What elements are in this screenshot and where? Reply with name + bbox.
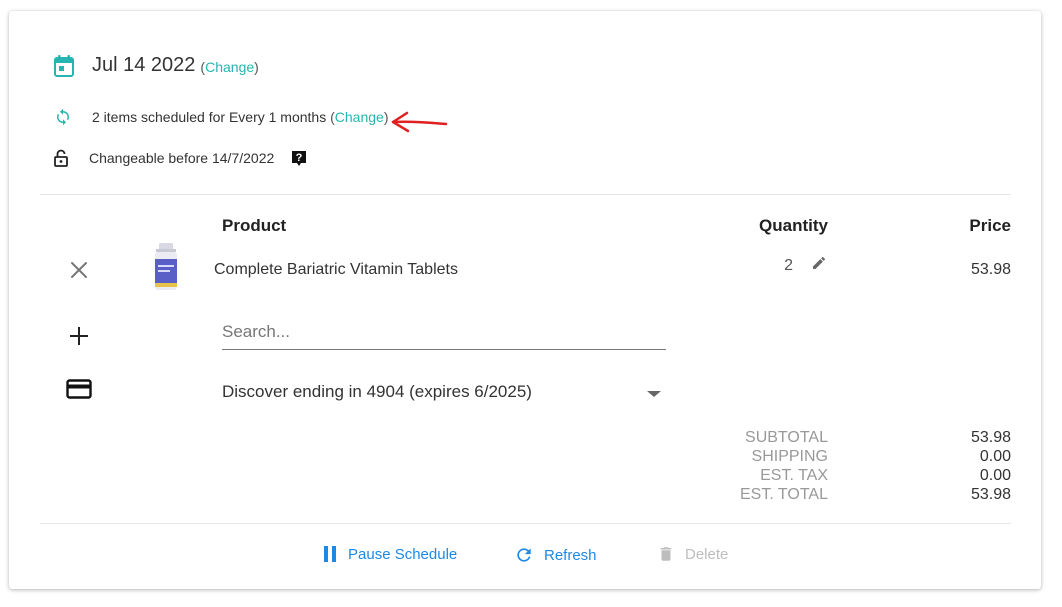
divider-bottom bbox=[40, 523, 1011, 524]
payment-dropdown-toggle[interactable] bbox=[646, 386, 662, 404]
payment-method-select[interactable]: Discover ending in 4904 (expires 6/2025) bbox=[222, 382, 532, 402]
totals-values: 53.98 0.00 0.00 53.98 bbox=[889, 428, 1011, 504]
changeable-before-text: Changeable before 14/7/2022 bbox=[89, 150, 275, 166]
est-total-label: EST. TOTAL bbox=[739, 486, 828, 503]
change-date-link[interactable]: Change bbox=[205, 59, 254, 75]
remove-item-button[interactable] bbox=[69, 260, 89, 285]
refresh-button[interactable]: Refresh bbox=[514, 545, 597, 565]
shipping-label: SHIPPING bbox=[751, 448, 828, 465]
credit-card-icon bbox=[66, 378, 92, 405]
edit-quantity-button[interactable] bbox=[811, 255, 827, 276]
delete-label: Delete bbox=[685, 545, 729, 563]
paren-close: ) bbox=[254, 59, 259, 75]
annotation-arrow-icon bbox=[389, 110, 449, 141]
paren-close: ) bbox=[383, 109, 389, 125]
subtotal-label: SUBTOTAL bbox=[745, 429, 828, 446]
pause-icon bbox=[324, 546, 336, 562]
est-total-value: 53.98 bbox=[970, 486, 1011, 503]
refresh-icon bbox=[517, 548, 531, 562]
arrow-drop-down-icon bbox=[647, 391, 661, 397]
change-schedule-link[interactable]: Change bbox=[335, 109, 384, 125]
pencil-icon bbox=[813, 256, 826, 269]
est-tax-label: EST. TAX bbox=[760, 467, 828, 484]
totals-labels: SUBTOTAL SHIPPING EST. TAX EST. TOTAL bbox=[689, 428, 828, 504]
shipping-value: 0.00 bbox=[979, 448, 1011, 465]
trash-icon bbox=[660, 547, 672, 561]
date-change-wrapper: (Change) bbox=[200, 59, 258, 75]
product-name: Complete Bariatric Vitamin Tablets bbox=[214, 261, 458, 278]
est-tax-value: 0.00 bbox=[979, 467, 1011, 484]
delete-button[interactable]: Delete bbox=[657, 544, 728, 564]
lock-open-icon bbox=[54, 149, 68, 167]
changeable-row: Changeable before 14/7/2022 ? bbox=[54, 149, 307, 167]
svg-text:?: ? bbox=[296, 152, 303, 164]
header-product: Product bbox=[222, 216, 287, 235]
pause-schedule-button[interactable]: Pause Schedule bbox=[322, 545, 457, 563]
plus-icon bbox=[70, 327, 88, 345]
next-date: Jul 14 2022 bbox=[92, 54, 196, 76]
product-quantity: 2 bbox=[784, 257, 793, 274]
header-price: Price bbox=[969, 216, 1011, 235]
divider-top bbox=[40, 194, 1011, 195]
search-input[interactable] bbox=[222, 322, 666, 342]
search-field bbox=[222, 322, 666, 350]
add-item-button[interactable] bbox=[69, 326, 89, 351]
next-date-row: Jul 14 2022 (Change) bbox=[54, 54, 259, 77]
subscription-card: Jul 14 2022 (Change) 2 items scheduled f… bbox=[9, 11, 1041, 589]
subtotal-value: 53.98 bbox=[970, 429, 1011, 446]
product-price: 53.98 bbox=[970, 261, 1011, 278]
sync-icon bbox=[54, 108, 72, 126]
help-icon[interactable]: ? bbox=[291, 150, 307, 167]
pause-schedule-label: Pause Schedule bbox=[348, 545, 458, 563]
schedule-summary: 2 items scheduled for Every 1 months (Ch… bbox=[92, 109, 389, 125]
refresh-label: Refresh bbox=[544, 546, 597, 564]
calendar-icon bbox=[54, 54, 74, 77]
close-icon bbox=[71, 262, 87, 278]
schedule-summary-row: 2 items scheduled for Every 1 months (Ch… bbox=[54, 108, 389, 126]
schedule-summary-text: 2 items scheduled for Every 1 months bbox=[92, 109, 331, 125]
product-thumbnail bbox=[153, 243, 179, 293]
header-quantity: Quantity bbox=[759, 216, 828, 235]
